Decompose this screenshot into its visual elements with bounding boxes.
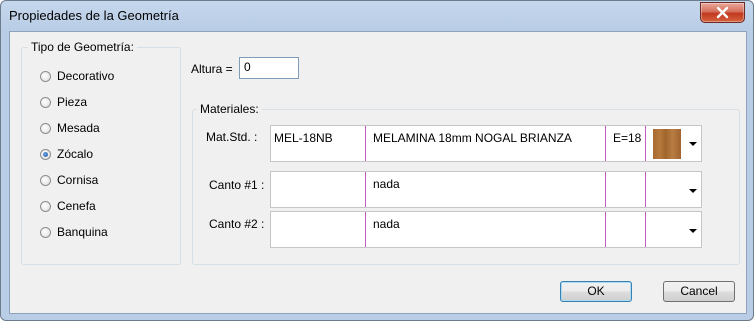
radio-decorativo[interactable]: Decorativo xyxy=(40,68,114,84)
radio-button-checked-icon[interactable] xyxy=(40,148,51,160)
radio-banquina[interactable]: Banquina xyxy=(40,224,108,240)
mat-std-description: MELAMINA 18mm NOGAL BRIANZA xyxy=(373,131,572,145)
radio-label: Zócalo xyxy=(57,147,94,161)
chevron-down-icon[interactable] xyxy=(689,189,697,193)
radio-label: Pieza xyxy=(57,95,88,109)
mat-std-label: Mat.Std. : xyxy=(206,130,258,144)
column-divider xyxy=(605,172,606,207)
radio-label: Decorativo xyxy=(57,69,115,83)
radio-label: Banquina xyxy=(57,225,108,239)
radio-mesada[interactable]: Mesada xyxy=(40,120,100,136)
radio-zocalo[interactable]: Zócalo xyxy=(40,146,93,162)
geometry-type-group: Tipo de Geometría: Decorativo Pieza Mesa… xyxy=(21,40,181,265)
radio-button-icon[interactable] xyxy=(40,200,51,212)
column-divider xyxy=(605,126,606,161)
altura-input[interactable]: 0 xyxy=(239,57,299,79)
chevron-down-icon[interactable] xyxy=(689,142,697,146)
radio-label: Mesada xyxy=(57,121,100,135)
column-divider xyxy=(645,172,646,207)
radio-label: Cenefa xyxy=(57,199,96,213)
ok-button[interactable]: OK xyxy=(560,281,632,302)
column-divider xyxy=(605,212,606,247)
radio-button-icon[interactable] xyxy=(40,174,51,186)
mat-std-thickness: E=18 xyxy=(613,131,642,145)
column-divider xyxy=(365,212,366,247)
close-button[interactable] xyxy=(700,2,745,23)
title-bar[interactable]: Propiedades de la Geometría xyxy=(1,1,753,31)
radio-label: Cornisa xyxy=(57,173,99,187)
mat-std-combo[interactable]: MEL-18NB MELAMINA 18mm NOGAL BRIANZA E=1… xyxy=(270,125,702,162)
dialog-client-area: Tipo de Geometría: Decorativo Pieza Mesa… xyxy=(9,31,747,314)
column-divider xyxy=(645,212,646,247)
radio-pieza[interactable]: Pieza xyxy=(40,94,87,110)
chevron-down-icon[interactable] xyxy=(689,229,697,233)
geometry-type-legend: Tipo de Geometría: xyxy=(28,40,137,54)
close-icon xyxy=(716,6,729,19)
radio-button-icon[interactable] xyxy=(40,122,51,134)
window-title: Propiedades de la Geometría xyxy=(9,8,179,23)
cancel-button[interactable]: Cancel xyxy=(663,281,735,302)
dialog-window: Propiedades de la Geometría Tipo de Geom… xyxy=(0,0,754,321)
radio-cornisa[interactable]: Cornisa xyxy=(40,172,98,188)
material-swatch xyxy=(653,129,681,159)
canto-2-label: Canto #2 : xyxy=(209,217,265,231)
altura-label: Altura = xyxy=(191,62,233,76)
column-divider xyxy=(365,126,366,161)
canto-1-label: Canto #1 : xyxy=(209,178,265,192)
canto-2-description: nada xyxy=(373,217,400,231)
canto-1-description: nada xyxy=(373,177,400,191)
column-divider xyxy=(645,126,646,161)
radio-button-icon[interactable] xyxy=(40,226,51,238)
radio-button-icon[interactable] xyxy=(40,70,51,82)
column-divider xyxy=(365,172,366,207)
radio-button-icon[interactable] xyxy=(40,96,51,108)
radio-cenefa[interactable]: Cenefa xyxy=(40,198,96,214)
mat-std-code: MEL-18NB xyxy=(274,131,333,145)
materials-legend: Materiales: xyxy=(197,102,262,116)
canto-1-combo[interactable]: nada xyxy=(270,171,702,208)
canto-2-combo[interactable]: nada xyxy=(270,211,702,248)
